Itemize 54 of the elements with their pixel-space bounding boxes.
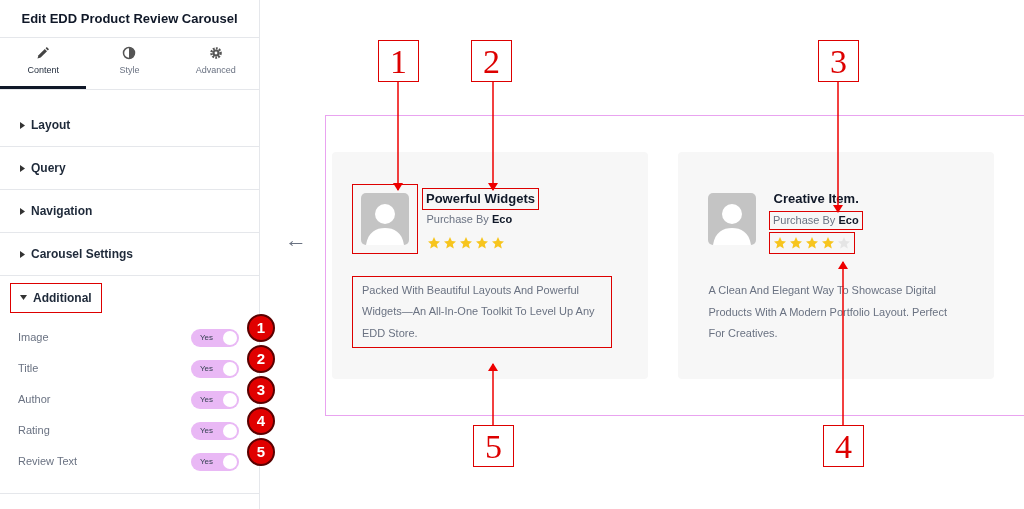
section-header[interactable]: Additional bbox=[20, 288, 92, 307]
author-text: Purchase By Eco bbox=[773, 212, 859, 228]
star-icon bbox=[774, 236, 786, 249]
number-badge: 4 bbox=[247, 407, 275, 435]
gear-icon bbox=[208, 46, 223, 61]
star-icon bbox=[427, 237, 440, 249]
contrast-icon bbox=[122, 46, 137, 61]
toggle-switch[interactable]: Yes bbox=[191, 452, 239, 471]
author-text: Purchase By Eco bbox=[425, 212, 514, 227]
toggle-switch[interactable]: Yes bbox=[191, 328, 239, 347]
caret-icon bbox=[20, 121, 25, 129]
avatar-icon bbox=[361, 192, 409, 245]
panel-tab[interactable]: Advanced bbox=[172, 38, 259, 89]
toggle-label: Author bbox=[18, 392, 51, 408]
pencil-icon bbox=[36, 46, 51, 61]
panel-title: Edit EDD Product Review Carousel bbox=[0, 0, 259, 38]
callout-number: 5 bbox=[473, 425, 514, 467]
section-header[interactable]: Query bbox=[20, 159, 66, 177]
number-badge: 3 bbox=[247, 376, 275, 404]
panel-tab[interactable]: Style bbox=[86, 38, 173, 89]
section-header[interactable]: Navigation bbox=[20, 202, 93, 220]
toggle-switch[interactable]: Yes bbox=[191, 359, 239, 378]
star-icon bbox=[790, 236, 802, 249]
star-icon bbox=[443, 237, 456, 249]
caret-icon bbox=[20, 164, 25, 172]
toggle-label: Review Text bbox=[18, 454, 78, 470]
review-text: Packed With Beautiful Layouts And Powerful Widgets—An All-In-One Toolkit To Level Up Any EDD Store. bbox=[362, 282, 596, 341]
panel-tab[interactable]: Content bbox=[0, 38, 87, 89]
star-icon bbox=[459, 237, 472, 249]
star-icon bbox=[822, 236, 834, 249]
avatar-icon bbox=[707, 193, 756, 245]
toggle-label: Title bbox=[18, 361, 39, 377]
section-header[interactable]: Layout bbox=[20, 116, 71, 134]
pointer-arrow bbox=[488, 363, 498, 426]
callout-number: 3 bbox=[818, 40, 859, 82]
number-badge: 1 bbox=[247, 314, 275, 342]
caret-icon bbox=[20, 250, 25, 258]
caret-icon bbox=[20, 295, 27, 300]
star-icon bbox=[806, 236, 818, 249]
toggle-switch[interactable]: Yes bbox=[191, 390, 239, 409]
callout-number: 2 bbox=[471, 40, 512, 82]
callout-number: 4 bbox=[823, 425, 864, 467]
number-badge: 2 bbox=[247, 345, 275, 373]
number-badge: 5 bbox=[247, 438, 275, 466]
section-header[interactable]: Carousel Settings bbox=[20, 245, 134, 263]
toggle-label: Image bbox=[18, 330, 49, 346]
caret-icon bbox=[20, 207, 25, 215]
card-title: Powerful Widgets bbox=[426, 189, 535, 208]
star-icon bbox=[475, 237, 488, 249]
toggle-switch[interactable]: Yes bbox=[191, 421, 239, 440]
toggle-label: Rating bbox=[18, 423, 50, 439]
star-icon bbox=[491, 237, 504, 249]
back-arrow[interactable]: ← bbox=[285, 223, 325, 256]
callout-number: 1 bbox=[378, 40, 419, 82]
